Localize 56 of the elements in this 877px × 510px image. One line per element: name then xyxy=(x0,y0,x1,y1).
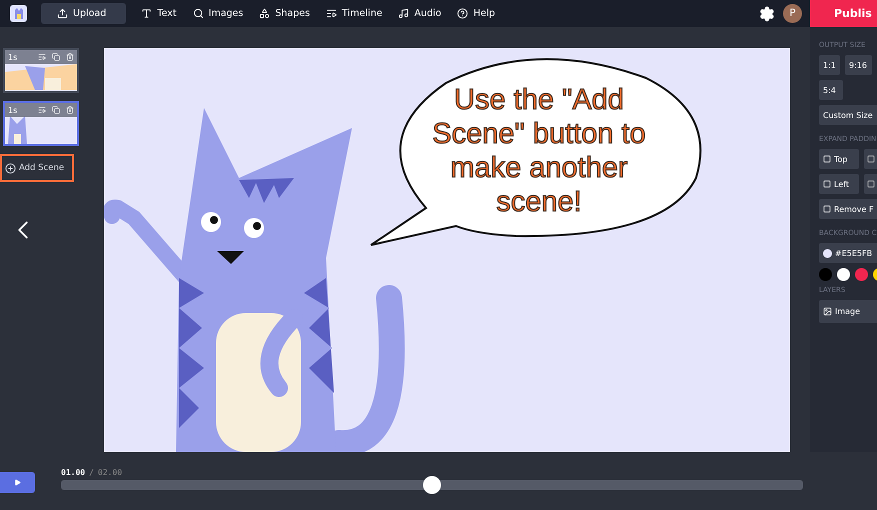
speech-bubble-text: Use the "Add Scene" button to make another scene! xyxy=(431,83,647,219)
user-avatar[interactable]: P xyxy=(783,4,802,23)
color-swatch[interactable] xyxy=(855,268,868,281)
help-icon xyxy=(457,8,468,19)
search-icon xyxy=(192,8,204,19)
aspect-ratio-button[interactable]: 5:4 xyxy=(819,80,843,100)
padding-option-button[interactable]: Top xyxy=(819,149,859,169)
toolbar-button[interactable]: Upload xyxy=(41,3,126,24)
toolbar-button[interactable]: Images xyxy=(186,3,250,24)
timeline-icon xyxy=(326,8,337,19)
scene-duration: 1s xyxy=(8,106,18,114)
publish-button[interactable]: Publis xyxy=(810,0,877,27)
add-scene-button[interactable]: Add Scene xyxy=(0,154,74,182)
custom-size-button[interactable]: Custom Size xyxy=(819,105,877,125)
layer-item[interactable]: Image xyxy=(819,300,877,323)
timing-icon[interactable] xyxy=(38,53,46,61)
plus-icon xyxy=(5,162,16,174)
audio-icon xyxy=(398,8,410,19)
copy-icon[interactable] xyxy=(52,53,60,61)
total-time: 02.00 xyxy=(98,468,122,477)
padding-option-button[interactable]: Left xyxy=(819,174,859,194)
toolbar-button[interactable]: Text xyxy=(134,3,184,24)
padding-option-button[interactable]: Remove F xyxy=(819,199,877,219)
text-icon xyxy=(141,8,152,19)
settings-icon[interactable] xyxy=(759,6,775,22)
scene-preview-drawing xyxy=(5,64,77,90)
color-swatch[interactable] xyxy=(819,268,832,281)
scene-thumbnail[interactable]: 1s xyxy=(3,48,79,93)
toolbar-button[interactable]: Help xyxy=(450,3,502,24)
scene-duration: 1s xyxy=(8,52,18,62)
aspect-ratio-button[interactable]: 1:1 xyxy=(819,55,840,75)
checkbox-icon xyxy=(867,180,875,188)
color-swatch[interactable] xyxy=(837,268,850,281)
current-time: 01.00 xyxy=(61,468,86,477)
slider-thumb[interactable] xyxy=(423,476,441,494)
play-icon xyxy=(14,479,21,486)
color-field[interactable]: #E5E5FB xyxy=(819,243,877,263)
image-icon xyxy=(823,307,832,316)
toolbar-button[interactable]: Audio xyxy=(391,3,448,24)
scene-thumbnail[interactable]: 1s xyxy=(3,101,79,146)
delete-icon[interactable] xyxy=(66,53,74,61)
delete-icon[interactable] xyxy=(66,106,74,114)
copy-icon[interactable] xyxy=(52,106,60,114)
checkbox-icon xyxy=(867,155,875,163)
time-separator: / xyxy=(89,468,94,477)
toolbar-button[interactable]: Shapes xyxy=(252,3,317,24)
app-logo[interactable] xyxy=(10,5,27,22)
padding-option-button[interactable] xyxy=(864,149,877,169)
toolbar-button[interactable]: Timeline xyxy=(318,3,390,24)
color-swatch xyxy=(823,248,832,258)
shapes-icon xyxy=(259,8,270,19)
padding-option-button[interactable] xyxy=(864,174,877,194)
upload-icon xyxy=(57,8,68,19)
play-button[interactable] xyxy=(0,472,35,493)
aspect-ratio-button[interactable]: 9:16 xyxy=(845,55,872,75)
timing-icon[interactable] xyxy=(38,106,46,114)
